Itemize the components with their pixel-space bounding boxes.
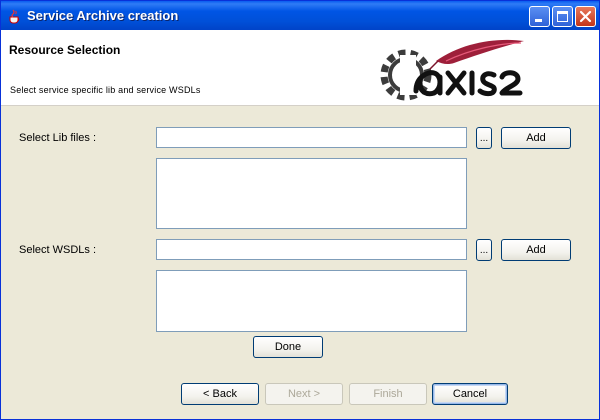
done-button[interactable]: Done [253,336,323,358]
wsdl-list[interactable] [156,270,467,332]
maximize-icon [557,11,568,22]
title-bar[interactable]: Service Archive creation [1,1,599,30]
wizard-window: Service Archive creation Resource Select… [0,0,600,420]
lib-browse-button[interactable]: ... [476,127,492,149]
close-button[interactable] [575,6,596,27]
page-title: Resource Selection [9,43,121,57]
wsdl-input[interactable] [156,239,467,260]
back-button[interactable]: < Back [181,383,259,405]
minimize-button[interactable] [529,6,550,27]
close-icon [579,10,592,23]
wsdl-browse-button[interactable]: ... [476,239,492,261]
header-banner: Resource Selection Select service specif… [1,30,599,106]
cancel-button[interactable]: Cancel [432,383,508,405]
lib-files-list[interactable] [156,158,467,229]
feather-icon [429,39,524,70]
finish-button[interactable]: Finish [349,383,427,405]
lib-files-label: Select Lib files : [19,132,97,144]
window-title: Service Archive creation [27,8,179,23]
next-button[interactable]: Next > [265,383,343,405]
axis2-logo [380,39,524,101]
java-cup-icon [7,8,23,24]
maximize-button[interactable] [552,6,573,27]
wsdl-label: Select WSDLs : [19,244,97,256]
lib-add-button[interactable]: Add [501,127,571,149]
wsdl-add-button[interactable]: Add [501,239,571,261]
page-subtitle: Select service specific lib and service … [10,85,201,95]
axis2-wordmark [413,70,523,97]
minimize-icon [535,19,542,22]
lib-files-input[interactable] [156,127,467,148]
